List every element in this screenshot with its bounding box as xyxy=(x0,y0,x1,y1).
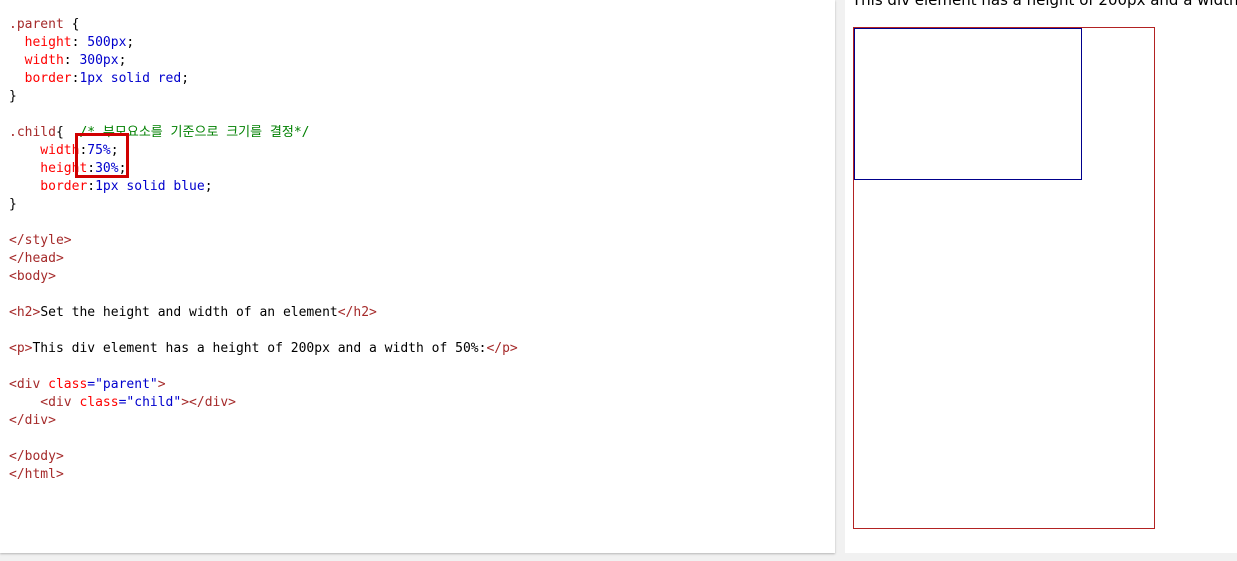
code-line: } xyxy=(9,196,518,214)
code-token: > xyxy=(157,377,166,392)
code-line: border:1px solid blue; xyxy=(9,178,518,196)
code-token: 300px xyxy=(79,53,119,68)
code-token: { xyxy=(63,17,80,32)
code-token: 1px solid red xyxy=(79,71,182,86)
code-line: <p>This div element has a height of 200p… xyxy=(9,340,518,358)
code-token: <body> xyxy=(9,269,56,284)
code-token: .parent xyxy=(9,17,64,32)
code-line: </body> xyxy=(9,448,518,466)
code-editor[interactable]: .parent { height: 500px; width: 300px; b… xyxy=(9,16,518,484)
child-div-preview xyxy=(854,28,1082,180)
code-line: } xyxy=(9,88,518,106)
code-line: .parent { xyxy=(9,16,518,34)
code-token: This div element has a height of 200px a… xyxy=(32,341,487,356)
code-token: <p> xyxy=(9,341,33,356)
code-line: border:1px solid red; xyxy=(9,70,518,88)
code-token: 1px solid blue xyxy=(95,179,205,194)
code-token: height xyxy=(9,35,72,50)
code-token: ; xyxy=(181,71,190,86)
code-token: : xyxy=(71,35,88,50)
code-token: : xyxy=(63,53,80,68)
code-token: Set the height and width of an element xyxy=(40,305,338,320)
code-line: <div class="child"></div> xyxy=(9,394,518,412)
highlight-annotation-box xyxy=(75,133,129,178)
code-token: ; xyxy=(118,53,127,68)
code-line: </head> xyxy=(9,250,518,268)
code-token: ; xyxy=(126,35,135,50)
code-line: height: 500px; xyxy=(9,34,518,52)
code-token: ></div> xyxy=(181,395,237,410)
parent-div-preview xyxy=(853,27,1155,529)
code-token: } xyxy=(9,89,17,104)
code-token: class xyxy=(79,395,119,410)
code-line: <div class="parent"> xyxy=(9,376,518,394)
result-preview-panel: This div element has a height of 200px a… xyxy=(845,0,1237,553)
code-token: </div> xyxy=(9,413,56,428)
code-token: </head> xyxy=(9,251,64,266)
code-token: <div xyxy=(9,395,80,410)
code-token: <h2> xyxy=(9,305,41,320)
code-line: </style> xyxy=(9,232,518,250)
code-token: ; xyxy=(204,179,213,194)
code-token: border xyxy=(9,179,88,194)
code-token: 500px xyxy=(87,35,127,50)
code-token: </html> xyxy=(9,467,64,482)
code-token: </body> xyxy=(9,449,64,464)
code-token: width xyxy=(9,143,80,158)
code-line: <h2>Set the height and width of an eleme… xyxy=(9,304,518,322)
code-token: width xyxy=(9,53,64,68)
code-line: </div> xyxy=(9,412,518,430)
code-line: width: 300px; xyxy=(9,52,518,70)
code-token: </p> xyxy=(486,341,518,356)
code-editor-panel[interactable]: .parent { height: 500px; width: 300px; b… xyxy=(0,0,835,553)
code-token: : xyxy=(87,179,96,194)
code-token: class xyxy=(48,377,88,392)
code-token: </style> xyxy=(9,233,72,248)
code-token: <div xyxy=(9,377,49,392)
code-line: <body> xyxy=(9,268,518,286)
code-token: ="parent" xyxy=(87,377,158,392)
code-token: } xyxy=(9,197,17,212)
result-paragraph: This div element has a height of 200px a… xyxy=(852,0,1237,9)
code-line: </html> xyxy=(9,466,518,484)
code-token: .child xyxy=(9,125,56,140)
code-token: border xyxy=(9,71,72,86)
code-token: </h2> xyxy=(337,305,377,320)
code-token: ="child" xyxy=(118,395,182,410)
